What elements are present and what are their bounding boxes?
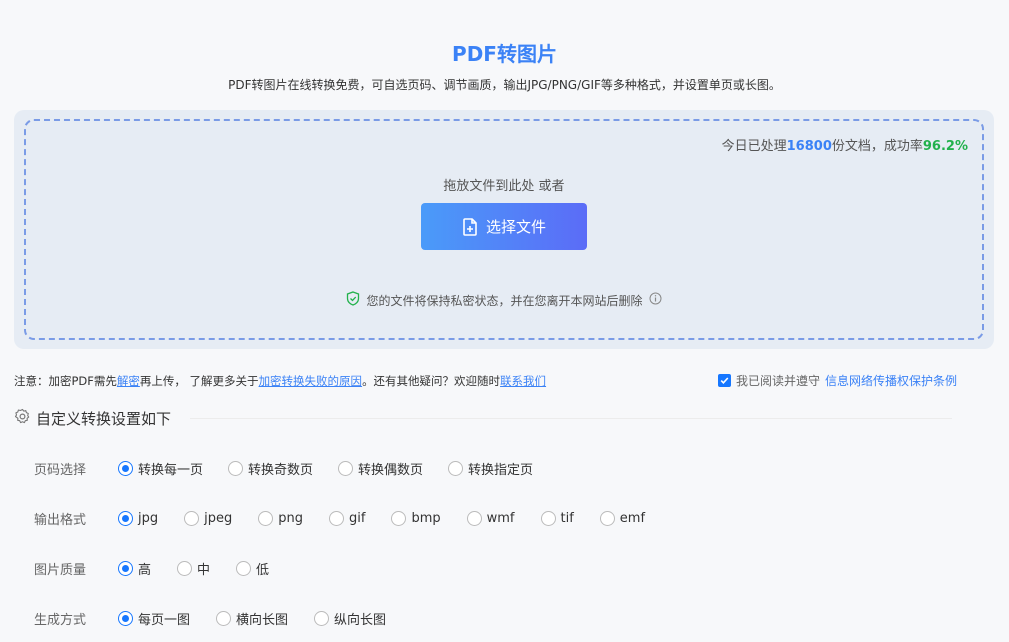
option-label: wmf — [486, 510, 515, 526]
format-option-wmf[interactable]: wmf — [466, 510, 515, 526]
option-label: bmp — [411, 510, 441, 526]
page-title: PDF转图片 — [452, 42, 557, 66]
option-label: emf — [619, 510, 646, 526]
page-select-row: 页码选择 转换每一页 转换奇数页 转换偶数页 转换指定页 — [34, 457, 533, 479]
shield-icon — [346, 291, 360, 309]
agreement-checkbox[interactable] — [718, 374, 731, 387]
output-format-row: 输出格式 jpg jpeg png gif bmp wmf tif emf — [34, 507, 645, 529]
format-option-bmp[interactable]: bmp — [391, 510, 441, 526]
radio-button[interactable] — [228, 460, 244, 476]
mode-option-horizontal[interactable]: 横向长图 — [216, 609, 288, 628]
radio-button[interactable] — [236, 560, 252, 576]
radio-button[interactable] — [329, 510, 344, 526]
stats-rate: 96.2% — [922, 139, 968, 154]
drop-zone[interactable]: 今日已处理16800份文档，成功率96.2% 拖放文件到此处 或者 选择文件 您… — [24, 119, 984, 340]
radio-button[interactable] — [118, 560, 133, 576]
option-label: 纵向长图 — [334, 612, 387, 628]
settings-heading-text: 自定义转换设置如下 — [36, 410, 172, 428]
contact-us-link[interactable]: 联系我们 — [500, 374, 546, 388]
failure-reason-link[interactable]: 加密转换失败的原因 — [259, 374, 363, 388]
radio-button[interactable] — [118, 460, 133, 476]
option-label: 转换奇数页 — [248, 462, 314, 478]
choose-file-label: 选择文件 — [485, 218, 546, 236]
option-label: jpg — [138, 510, 159, 526]
page-option-even[interactable]: 转换偶数页 — [338, 459, 423, 478]
radio-button[interactable] — [599, 510, 615, 526]
notice-text-3: 。还有其他疑问？欢迎随时 — [362, 374, 501, 388]
mode-option-vertical[interactable]: 纵向长图 — [314, 609, 386, 628]
mode-label: 生成方式 — [34, 612, 87, 628]
privacy-text: 您的文件将保持私密状态，并在您离开本网站后删除 — [366, 293, 643, 308]
option-label: 横向长图 — [236, 612, 289, 628]
processing-stats: 今日已处理16800份文档，成功率96.2% — [722, 135, 968, 154]
notice-text-2: 再上传， 了解更多关于 — [139, 374, 259, 388]
format-option-jpg[interactable]: jpg — [118, 510, 159, 526]
format-option-jpeg[interactable]: jpeg — [184, 510, 233, 526]
mode-row: 生成方式 每页一图 横向长图 纵向长图 — [34, 607, 386, 629]
option-label: 低 — [256, 562, 270, 578]
page-select-label: 页码选择 — [34, 462, 87, 478]
format-option-gif[interactable]: gif — [329, 510, 366, 526]
file-add-icon — [462, 217, 478, 236]
format-option-tif[interactable]: tif — [540, 510, 574, 526]
page-option-all[interactable]: 转换每一页 — [118, 459, 203, 478]
format-option-png[interactable]: png — [258, 510, 303, 526]
upload-area[interactable]: 今日已处理16800份文档，成功率96.2% 拖放文件到此处 或者 选择文件 您… — [14, 110, 994, 349]
option-label: jpeg — [204, 510, 233, 526]
quality-row: 图片质量 高 中 低 — [34, 557, 269, 579]
notice-text-1: 注意：加密PDF需先 — [14, 374, 117, 388]
option-label: 转换每一页 — [138, 462, 204, 478]
option-label: gif — [349, 510, 366, 526]
option-label: 中 — [197, 562, 211, 578]
radio-button[interactable] — [314, 610, 330, 626]
choose-file-button[interactable]: 选择文件 — [421, 203, 587, 250]
page-option-specific[interactable]: 转换指定页 — [448, 459, 533, 478]
option-label: 高 — [138, 562, 152, 578]
decrypt-link[interactable]: 解密 — [117, 374, 140, 388]
quality-label: 图片质量 — [34, 562, 87, 578]
radio-button[interactable] — [540, 510, 556, 526]
encryption-notice: 注意：加密PDF需先解密再上传， 了解更多关于加密转换失败的原因。还有其他疑问？… — [14, 373, 546, 389]
radio-button[interactable] — [216, 610, 232, 626]
page-subtitle: PDF转图片在线转换免费，可自选页码、调节画质，输出JPG/PNG/GIF等多种… — [228, 78, 781, 92]
stats-prefix: 今日已处理 — [721, 139, 787, 154]
settings-heading: 自定义转换设置如下 — [14, 408, 171, 429]
gear-icon — [14, 408, 31, 429]
quality-option-low[interactable]: 低 — [236, 559, 269, 578]
quality-option-high[interactable]: 高 — [118, 559, 151, 578]
radio-button[interactable] — [448, 460, 464, 476]
option-label: png — [278, 510, 303, 526]
divider — [190, 418, 952, 419]
radio-button[interactable] — [258, 510, 274, 526]
radio-button[interactable] — [184, 510, 200, 526]
output-format-label: 输出格式 — [34, 512, 87, 528]
format-option-emf[interactable]: emf — [599, 510, 646, 526]
option-label: tif — [560, 510, 574, 526]
agreement-prefix: 我已阅读并遵守 — [736, 374, 821, 388]
option-label: 转换指定页 — [468, 462, 534, 478]
radio-button[interactable] — [338, 460, 354, 476]
radio-button[interactable] — [118, 610, 133, 626]
agreement: 我已阅读并遵守 信息网络传播权保护条例 — [718, 372, 957, 389]
copyright-regulation-link[interactable]: 信息网络传播权保护条例 — [825, 372, 957, 389]
mode-option-single[interactable]: 每页一图 — [118, 609, 190, 628]
radio-button[interactable] — [466, 510, 482, 526]
radio-button[interactable] — [177, 560, 193, 576]
page: PDF转图片 PDF转图片在线转换免费，可自选页码、调节画质，输出JPG/PNG… — [0, 0, 1009, 642]
option-label: 转换偶数页 — [358, 462, 424, 478]
stats-mid: 份文档，成功率 — [831, 139, 923, 154]
quality-option-medium[interactable]: 中 — [177, 559, 210, 578]
option-label: 每页一图 — [138, 612, 191, 628]
page-option-odd[interactable]: 转换奇数页 — [228, 459, 313, 478]
radio-button[interactable] — [118, 510, 133, 526]
drop-hint: 拖放文件到此处 或者 — [443, 179, 565, 194]
privacy-note: 您的文件将保持私密状态，并在您离开本网站后删除 — [26, 291, 982, 309]
stats-count: 16800 — [786, 139, 832, 154]
info-icon[interactable] — [649, 292, 662, 308]
radio-button[interactable] — [391, 510, 407, 526]
